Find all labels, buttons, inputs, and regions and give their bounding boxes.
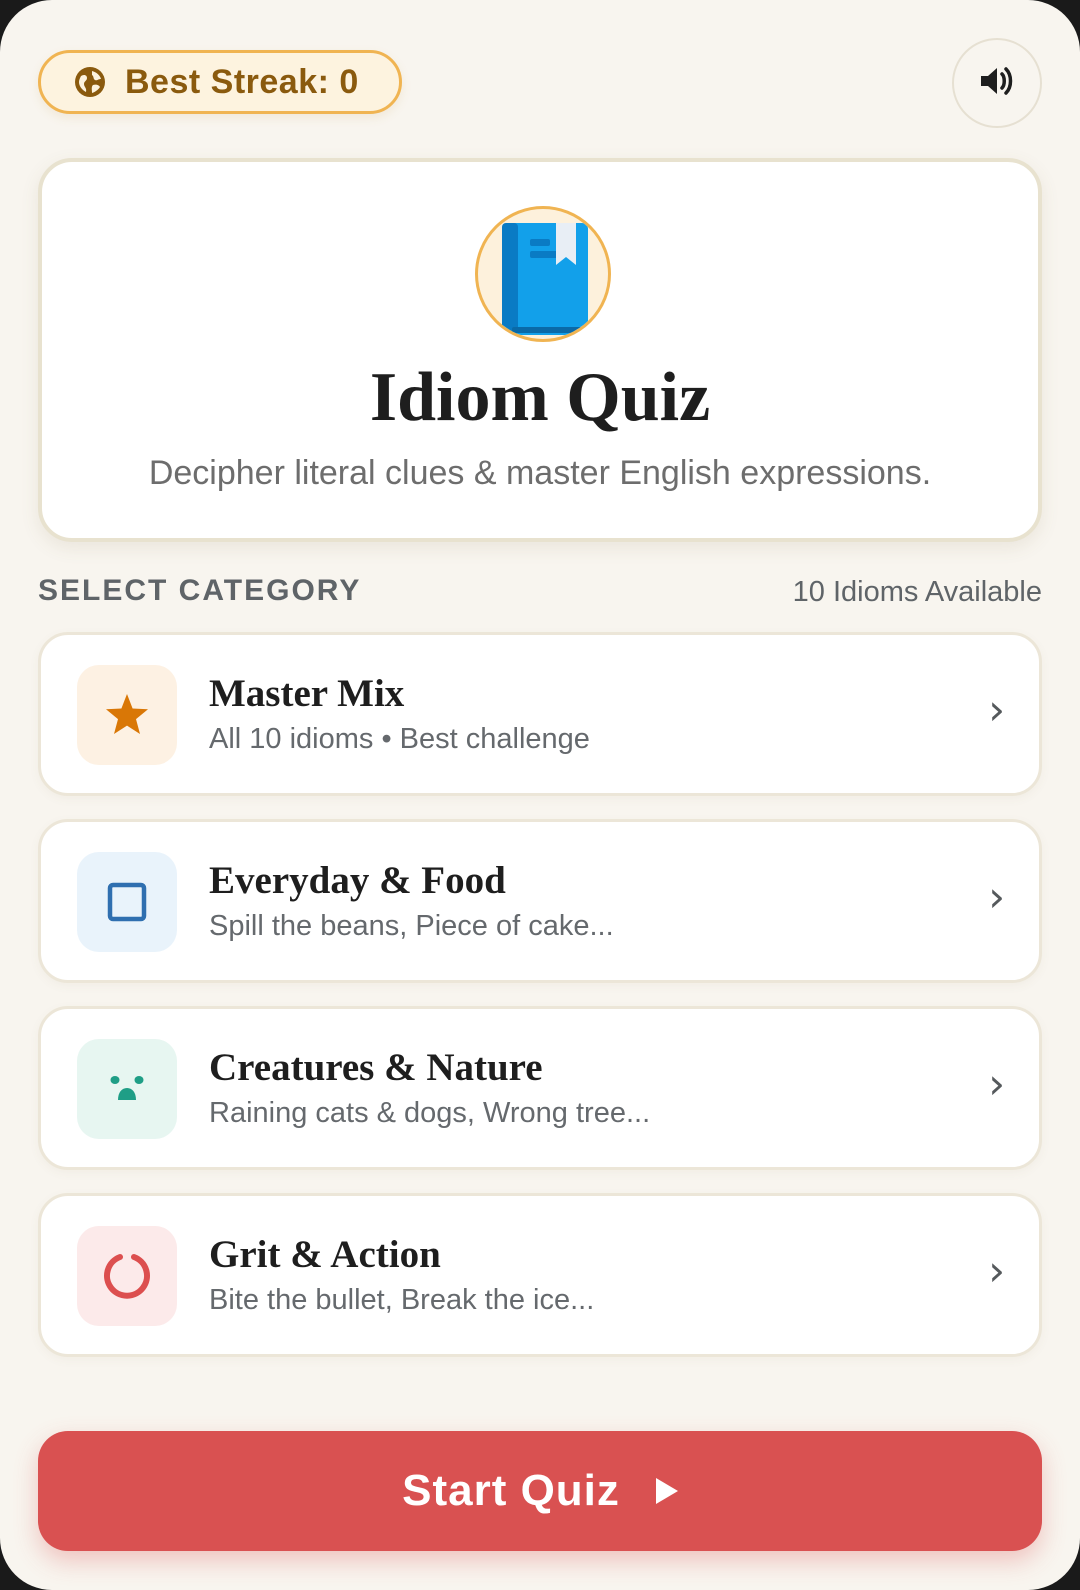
start-quiz-button[interactable]: Start Quiz — [38, 1431, 1042, 1551]
play-icon — [655, 1478, 678, 1504]
chevron-right-icon: › — [988, 685, 1005, 734]
app-screen: Best Streak: 0 Idiom Quiz Decipher liter… — [0, 0, 1080, 1590]
section-title: SELECT CATEGORY — [38, 574, 362, 607]
category-subtitle: Spill the beans, Piece of cake... — [209, 910, 614, 942]
category-subtitle: All 10 idioms • Best challenge — [209, 723, 590, 755]
category-title: Grit & Action — [209, 1233, 441, 1276]
page-title: Idiom Quiz — [369, 359, 711, 436]
category-title: Master Mix — [209, 672, 405, 715]
category-subtitle: Bite the bullet, Break the ice... — [209, 1284, 595, 1316]
category-title: Creatures & Nature — [209, 1046, 543, 1089]
speaker-icon — [977, 61, 1017, 106]
category-title: Everyday & Food — [209, 859, 506, 902]
hero-card: Idiom Quiz Decipher literal clues & mast… — [38, 158, 1042, 542]
idiom-count: 10 Idioms Available — [792, 576, 1042, 608]
best-streak-label: Best Streak: 0 — [125, 62, 359, 101]
category-subtitle: Raining cats & dogs, Wrong tree... — [209, 1097, 651, 1129]
category-creatures-nature[interactable]: Creatures & Nature Raining cats & dogs, … — [38, 1006, 1042, 1170]
page-subtitle: Decipher literal clues & master English … — [148, 454, 932, 492]
chevron-right-icon: › — [988, 1059, 1005, 1108]
category-everyday-food[interactable]: Everyday & Food Spill the beans, Piece o… — [38, 819, 1042, 983]
globe-icon — [73, 65, 107, 99]
book-icon — [475, 206, 611, 342]
category-master-mix[interactable]: Master Mix All 10 idioms • Best challeng… — [38, 632, 1042, 796]
sound-toggle-button[interactable] — [952, 38, 1042, 128]
square-icon — [77, 852, 177, 952]
paw-icon — [77, 1039, 177, 1139]
chevron-right-icon: › — [988, 1246, 1005, 1295]
ring-icon — [77, 1226, 177, 1326]
best-streak-badge: Best Streak: 0 — [38, 50, 402, 114]
category-grit-action[interactable]: Grit & Action Bite the bullet, Break the… — [38, 1193, 1042, 1357]
start-quiz-label: Start Quiz — [402, 1466, 620, 1515]
chevron-right-icon: › — [988, 872, 1005, 921]
star-icon — [77, 665, 177, 765]
